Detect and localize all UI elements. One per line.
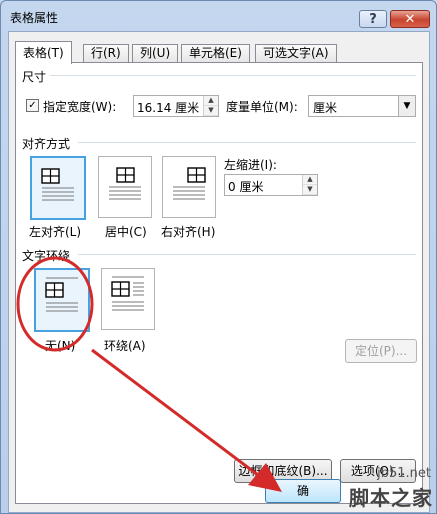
alignment-divider	[78, 142, 416, 143]
dialog-body: 表格(T) 行(R) 列(U) 单元格(E) 可选文字(A) 尺寸 ✓ 指定宽度…	[8, 31, 430, 513]
align-left-icon	[41, 168, 74, 201]
tab-table[interactable]: 表格(T)	[15, 41, 72, 64]
align-left-label: 左对齐(L)	[29, 225, 82, 239]
tab-row[interactable]: 行(R)	[83, 44, 129, 62]
size-section-label: 尺寸	[22, 70, 47, 84]
help-button[interactable]: ?	[359, 10, 387, 28]
preferred-width-checkbox[interactable]: ✓	[26, 99, 39, 112]
spin-down-icon[interactable]: ▼	[204, 106, 218, 116]
size-divider	[50, 75, 416, 76]
measure-in-label: 度量单位(M):	[226, 100, 298, 114]
close-button[interactable]: ✕	[390, 10, 430, 28]
table-tab-panel: 尺寸 ✓ 指定宽度(W): 16.14 厘米 ▲ ▼ 度量单位(M): 厘米 ▼…	[15, 62, 423, 504]
preferred-width-spinner[interactable]: 16.14 厘米 ▲ ▼	[133, 95, 219, 117]
wrap-around-option[interactable]	[101, 268, 155, 330]
align-center-icon	[109, 167, 141, 200]
preferred-width-label: 指定宽度(W):	[43, 100, 117, 114]
wrap-around-label: 环绕(A)	[104, 339, 146, 353]
indent-from-left-value: 0 厘米	[228, 180, 264, 194]
align-center-option[interactable]	[98, 156, 152, 218]
tab-cell[interactable]: 单元格(E)	[181, 44, 250, 62]
spin-up-icon[interactable]: ▲	[204, 96, 218, 106]
indent-from-left-spinner[interactable]: 0 厘米 ▲ ▼	[224, 174, 318, 196]
title-bar: 表格属性 ? ✕	[1, 1, 436, 31]
wrapping-section-label: 文字环绕	[22, 249, 71, 263]
table-properties-dialog: 表格属性 ? ✕ 表格(T) 行(R) 列(U) 单元格(E) 可选文字(A) …	[0, 0, 437, 514]
align-left-option[interactable]	[30, 156, 86, 220]
indent-arrows[interactable]: ▲ ▼	[302, 175, 317, 195]
watermark: jb51.net 脚本之家	[282, 466, 437, 514]
measure-in-select[interactable]: 厘米 ▼	[308, 95, 416, 117]
preferred-width-value: 16.14 厘米	[137, 101, 200, 115]
dialog-title: 表格属性	[10, 11, 59, 25]
wrap-none-icon	[45, 277, 78, 312]
positioning-button[interactable]: 定位(P)...	[345, 339, 417, 363]
tab-column[interactable]: 列(U)	[132, 44, 179, 62]
wrap-none-label: 无(N)	[45, 339, 76, 353]
tab-alt-text[interactable]: 可选文字(A)	[255, 44, 337, 62]
watermark-brand: 脚本之家	[349, 486, 433, 510]
preferred-width-arrows[interactable]: ▲ ▼	[203, 96, 218, 116]
wrapping-divider	[78, 254, 416, 255]
align-center-label: 居中(C)	[105, 225, 147, 239]
align-right-icon	[173, 167, 206, 200]
align-right-option[interactable]	[162, 156, 216, 218]
wrap-around-icon	[111, 276, 144, 311]
alignment-section-label: 对齐方式	[22, 137, 71, 151]
spin-up-icon[interactable]: ▲	[303, 175, 317, 185]
watermark-site: jb51.net	[377, 466, 431, 481]
wrap-none-option[interactable]	[34, 268, 90, 332]
spin-down-icon[interactable]: ▼	[303, 185, 317, 195]
measure-in-value: 厘米	[313, 101, 338, 115]
chevron-down-icon[interactable]: ▼	[398, 96, 415, 116]
indent-from-left-label: 左缩进(I):	[224, 158, 277, 172]
help-icon: ?	[369, 11, 377, 27]
align-right-label: 右对齐(H)	[161, 225, 216, 239]
close-icon: ✕	[404, 11, 416, 27]
